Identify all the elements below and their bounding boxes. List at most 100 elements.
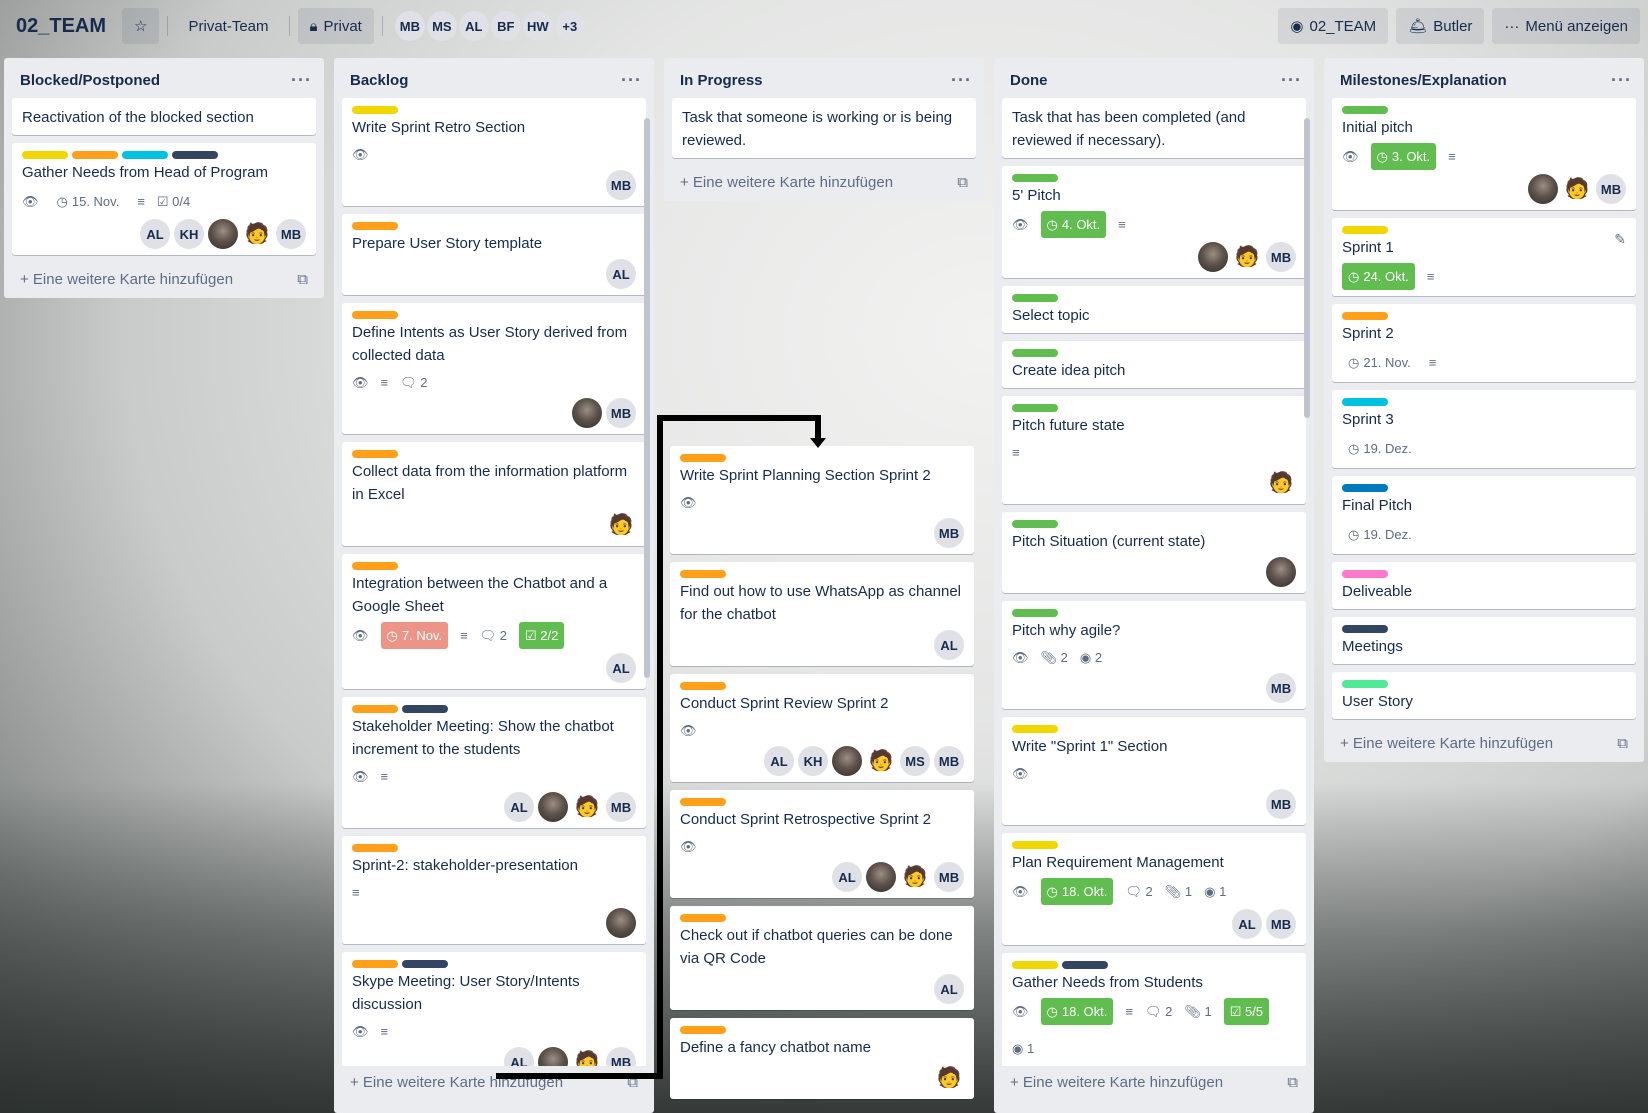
scrollbar[interactable] [644,118,650,678]
member-avatar[interactable]: MB [606,398,636,428]
card[interactable]: Deliveable [1332,562,1636,609]
due-date-badge[interactable]: ◷ 3. Okt. [1370,143,1437,170]
list-title[interactable]: Blocked/Postponed [20,72,160,89]
card[interactable]: Collect data from the information platfo… [342,442,646,546]
card[interactable]: Stakeholder Meeting: Show the chatbot in… [342,697,646,828]
label-orange[interactable] [352,960,398,968]
list-menu-icon[interactable]: ··· [1611,70,1632,91]
member-emoji-avatar[interactable]: 🧑 [572,792,602,822]
list-title[interactable]: In Progress [680,72,763,89]
show-menu-button[interactable]: ··· Menü anzeigen [1492,8,1640,44]
member-avatar[interactable]: AL [764,746,794,776]
label-orange[interactable] [352,311,398,319]
label-green[interactable] [1342,106,1388,114]
card[interactable]: Sprint 3 ◷ 19. Dez. [1332,390,1636,468]
template-icon[interactable]: ⧉ [1287,1074,1298,1091]
list-title[interactable]: Done [1010,72,1048,89]
label-green[interactable] [1012,349,1058,357]
member-avatar[interactable]: MB [1266,909,1296,939]
label-green[interactable] [1012,404,1058,412]
member-emoji-avatar[interactable]: 🧑 [900,862,930,892]
member-photo-avatar[interactable] [538,792,568,822]
card[interactable]: User Story [1332,672,1636,719]
member-avatar[interactable]: MB [606,170,636,200]
scrollbar[interactable] [1304,118,1310,418]
label-black[interactable] [402,960,448,968]
card[interactable]: Write Sprint Planning Section Sprint 2 👁︎… [670,446,974,554]
due-date-badge[interactable]: ◷ 19. Dez. [1342,435,1418,462]
member-avatar[interactable]: HW [522,11,553,41]
card[interactable]: Conduct Sprint Review Sprint 2 👁︎ AL KH 🧑 MS M… [670,674,974,782]
label-orange[interactable] [680,798,726,806]
add-card-button[interactable]: + Eine weitere Karte hinzufügen ⧉ [4,263,324,298]
card[interactable]: Gather Needs from Students 👁︎ ◷ 18. Okt. ≡ 🗨︎… [1002,953,1306,1066]
list-title[interactable]: Milestones/Explanation [1340,72,1507,89]
member-photo-avatar[interactable] [1266,557,1296,587]
label-orange[interactable] [352,844,398,852]
member-avatar[interactable]: MB [934,862,964,892]
list-menu-icon[interactable]: ··· [1281,70,1302,91]
member-photo-avatar[interactable] [208,219,238,249]
member-avatar[interactable]: AL [458,11,489,41]
member-photo-avatar[interactable] [1528,174,1558,204]
list-menu-icon[interactable]: ··· [621,70,642,91]
member-avatar[interactable]: MB [934,746,964,776]
member-emoji-avatar[interactable]: 🧑 [606,510,636,540]
due-date-badge[interactable]: ◷ 19. Dez. [1342,521,1418,548]
member-avatar[interactable]: MB [1266,673,1296,703]
card[interactable]: Sprint 2 ◷ 21. Nov. ≡ [1332,304,1636,382]
card[interactable]: Final Pitch ◷ 19. Dez. [1332,476,1636,554]
member-emoji-avatar[interactable]: 🧑 [866,746,896,776]
card[interactable]: Sprint-2: stakeholder-presentation ≡ [342,836,646,944]
due-date-badge[interactable]: ◷ 24. Okt. [1342,263,1415,290]
add-card-button[interactable]: + Eine weitere Karte hinzufügen ⧉ [994,1066,1314,1101]
label-orange[interactable] [680,454,726,462]
card[interactable]: Prepare User Story template AL [342,214,646,295]
due-date-badge[interactable]: ◷ 4. Okt. [1040,211,1107,238]
member-avatar[interactable]: AL [1232,909,1262,939]
card[interactable]: Write Sprint Retro Section 👁︎ MB [342,98,646,206]
label-orange[interactable] [1342,312,1388,320]
label-black[interactable] [402,705,448,713]
label-orange[interactable] [352,450,398,458]
card[interactable]: Pitch why agile? 👁︎ 📎︎ 2 ◉ 2 MB [1002,601,1306,709]
team-button[interactable]: Privat-Team [176,8,280,44]
member-avatar[interactable]: MB [1266,242,1296,272]
card[interactable]: Conduct Sprint Retrospective Sprint 2 👁︎ A… [670,790,974,898]
label-sky[interactable] [1342,398,1388,406]
due-date-badge[interactable]: ◷ 18. Okt. [1040,998,1114,1025]
due-date-badge[interactable]: ◷ 18. Okt. [1040,878,1114,905]
member-avatar[interactable]: AL [504,1047,534,1066]
member-photo-avatar[interactable] [866,862,896,892]
card[interactable]: 5' Pitch 👁︎ ◷ 4. Okt. ≡ 🧑 MB [1002,166,1306,278]
card[interactable]: Define a fancy chatbot name 🧑 [670,1018,974,1099]
member-avatar[interactable]: MB [276,219,306,249]
card[interactable]: Integration between the Chatbot and a Go… [342,554,646,689]
card[interactable]: Select topic [1002,286,1306,333]
card[interactable]: Create idea pitch [1002,341,1306,388]
label-orange[interactable] [680,570,726,578]
github-button[interactable]: ◉ 02_TEAM [1278,8,1389,44]
card[interactable]: Initial pitch 👁︎ ◷ 3. Okt. ≡ 🧑 MB [1332,98,1636,210]
card[interactable]: Gather Needs from Head of Program 👁︎ ◷ 15. … [12,143,316,255]
label-orange[interactable] [352,562,398,570]
label-orange[interactable] [680,682,726,690]
member-photo-avatar[interactable] [572,398,602,428]
add-card-button[interactable]: + Eine weitere Karte hinzufügen ⧉ [1324,727,1644,762]
member-photo-avatar[interactable] [538,1047,568,1066]
label-black[interactable] [1062,961,1108,969]
label-yellow[interactable] [1342,226,1388,234]
member-photo-avatar[interactable] [1198,242,1228,272]
label-pink[interactable] [1342,570,1388,578]
label-orange[interactable] [352,222,398,230]
member-avatar[interactable]: MB [394,11,425,41]
member-avatar[interactable]: AL [140,219,170,249]
due-date-badge[interactable]: ◷ 21. Nov. [1342,349,1417,376]
label-yellow[interactable] [1012,841,1058,849]
member-avatar[interactable]: AL [504,792,534,822]
card[interactable]: Reactivation of the blocked section [12,98,316,135]
visibility-button[interactable]: 🔒︎ Privat [297,8,374,44]
card[interactable]: Plan Requirement Management 👁︎ ◷ 18. Okt. 🗨︎… [1002,833,1306,945]
label-sky[interactable] [122,151,168,159]
due-date-badge[interactable]: ◷ 15. Nov. [51,188,126,215]
